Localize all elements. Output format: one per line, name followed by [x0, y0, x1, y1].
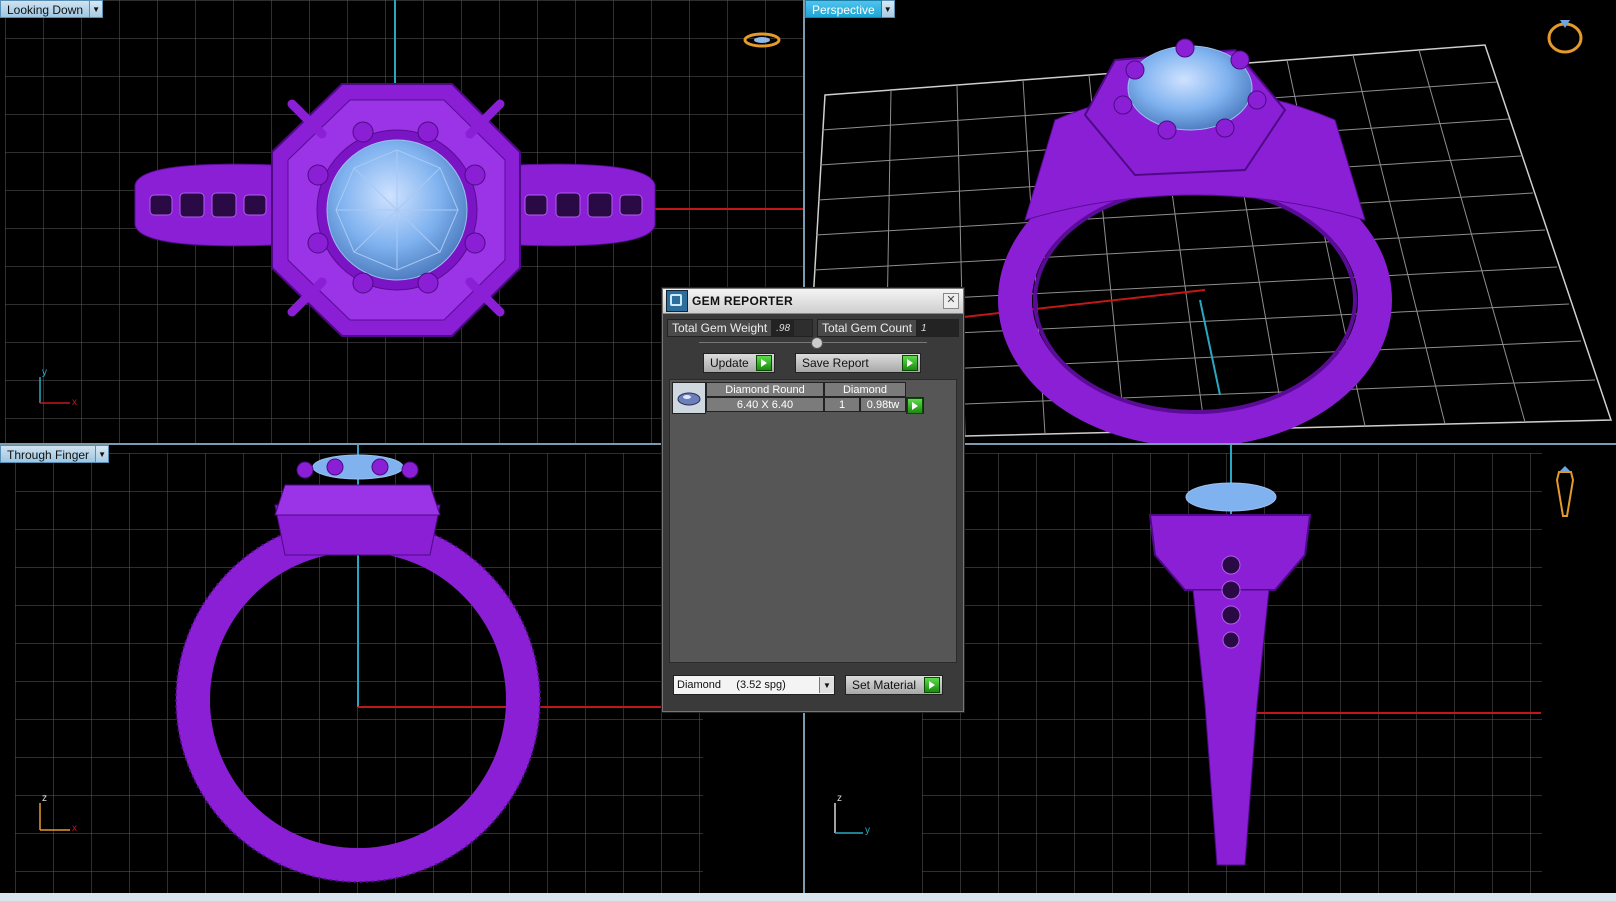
save-report-button[interactable]: Save Report	[795, 353, 921, 373]
total-gem-count-value: 1	[917, 320, 958, 336]
play-arrow-icon	[756, 355, 772, 371]
play-arrow-icon	[907, 397, 923, 414]
gem-name: Diamond Round	[706, 382, 824, 397]
chevron-down-icon[interactable]: ▼	[90, 0, 104, 18]
chevron-down-icon[interactable]: ▼	[881, 0, 895, 18]
update-button[interactable]: Update	[703, 353, 775, 373]
viewport-menu-perspective[interactable]: Perspective ▼	[805, 0, 895, 18]
set-material-button[interactable]: Set Material	[845, 675, 943, 695]
chevron-down-icon[interactable]: ▼	[819, 677, 834, 693]
total-gem-weight-field: Total Gem Weight .98	[667, 319, 813, 337]
total-gem-weight-value: .98	[772, 320, 795, 336]
viewport-menu-looking-down[interactable]: Looking Down ▼	[0, 0, 104, 18]
dialog-titlebar[interactable]: GEM REPORTER ✕	[663, 289, 963, 314]
total-gem-count-label: Total Gem Count	[818, 320, 918, 336]
save-report-label: Save Report	[802, 356, 869, 370]
gem-weight: 0.98tw	[860, 397, 906, 412]
update-label: Update	[710, 356, 749, 370]
gem-count: 1	[824, 397, 860, 412]
material-row: Diamond (3.52 spg) ▼ Set Material	[673, 675, 953, 695]
axis-label-y: y	[865, 825, 870, 836]
gem-material: Diamond	[824, 382, 906, 397]
viewport-name: Through Finger	[0, 445, 97, 463]
play-arrow-icon	[924, 677, 940, 693]
viewport-name: Perspective	[805, 0, 882, 18]
axis-label-z: z	[42, 793, 47, 804]
gem-list[interactable]: Diamond Round Diamond 6.40 X 6.40 1 0.98…	[669, 379, 957, 663]
gem-row-go-button[interactable]	[906, 397, 924, 414]
splitter-slider[interactable]	[699, 337, 927, 349]
total-gem-count-field: Total Gem Count 1	[817, 319, 959, 337]
viewport-menu-through-finger[interactable]: Through Finger ▼	[0, 445, 110, 463]
gem-thumbnail	[672, 382, 706, 414]
gem-reporter-dialog[interactable]: GEM REPORTER ✕ Total Gem Weight .98 Tota…	[662, 288, 964, 712]
close-icon[interactable]: ✕	[943, 293, 959, 309]
total-gem-weight-label: Total Gem Weight	[668, 320, 773, 336]
totals-row: Total Gem Weight .98 Total Gem Count 1	[667, 319, 959, 337]
axis-label-z: z	[837, 793, 842, 804]
axis-label-x: x	[72, 823, 77, 834]
gem-size: 6.40 X 6.40	[706, 397, 824, 412]
dialog-title: GEM REPORTER	[692, 294, 793, 308]
material-select[interactable]: Diamond (3.52 spg) ▼	[673, 675, 835, 695]
slider-knob[interactable]	[811, 337, 823, 349]
material-select-value: Diamond (3.52 spg)	[677, 679, 786, 691]
play-arrow-icon	[902, 355, 918, 371]
side-view-icon	[1555, 466, 1575, 517]
chevron-down-icon[interactable]: ▼	[96, 445, 110, 463]
axis-label-x: x	[72, 397, 77, 408]
diamond-icon	[677, 392, 701, 406]
status-bar	[0, 893, 1616, 901]
gem-reporter-icon	[666, 290, 688, 312]
axis-label-y: y	[42, 367, 47, 378]
ring-view-icon	[1547, 20, 1583, 54]
set-material-label: Set Material	[852, 678, 917, 692]
viewport-name: Looking Down	[0, 0, 91, 18]
list-item[interactable]: Diamond Round Diamond 6.40 X 6.40 1 0.98…	[672, 382, 924, 414]
